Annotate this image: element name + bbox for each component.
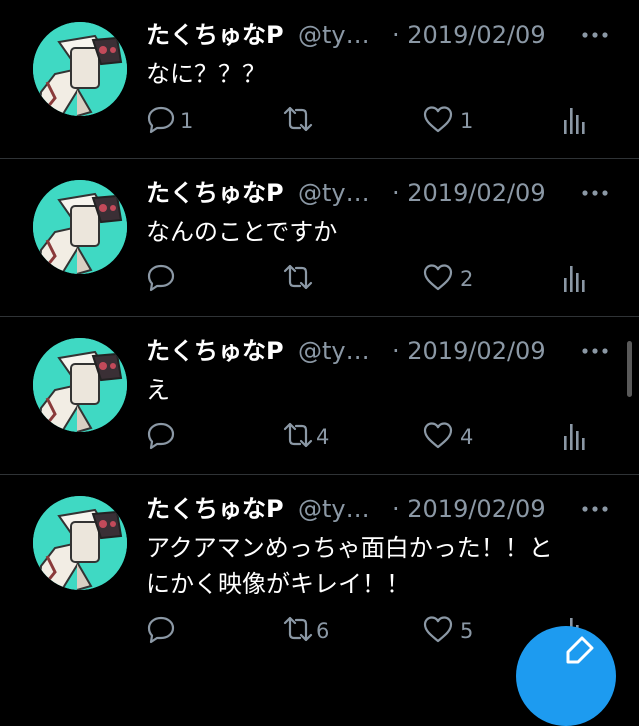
retweet-button[interactable]	[282, 104, 352, 138]
tweet-feed[interactable]: たくちゅなP @ty… · 2019/02/09 なに？？？ 1 1 たくちゅな…	[0, 0, 639, 664]
tweet-actions: 1 1	[146, 104, 616, 138]
avatar[interactable]	[33, 22, 127, 116]
avatar[interactable]	[33, 338, 127, 432]
compose-icon	[566, 636, 594, 664]
tweet-item[interactable]: たくちゅなP @ty… · 2019/02/09 なに？？？ 1 1	[0, 0, 639, 159]
tweet-actions: 4 4	[146, 420, 616, 454]
author-name[interactable]: たくちゅなP	[146, 18, 284, 52]
like-count: 1	[460, 109, 474, 133]
author-name[interactable]: たくちゅなP	[146, 176, 284, 210]
retweet-icon	[283, 616, 313, 642]
tweet-date[interactable]: · 2019/02/09	[392, 176, 546, 210]
more-icon[interactable]	[582, 32, 608, 38]
more-icon[interactable]	[582, 506, 608, 512]
tweet-item[interactable]: たくちゅなP @ty… · 2019/02/09 え 4 4	[0, 316, 639, 475]
like-button[interactable]: 1	[422, 104, 492, 138]
tweet-text: アクアマンめっちゃ面白かった！！と にかく映像がキレイ！！	[146, 534, 553, 598]
reply-button[interactable]	[146, 614, 206, 648]
like-count: 2	[460, 267, 474, 291]
more-icon[interactable]	[582, 190, 608, 196]
tweet-item[interactable]: たくちゅなP @ty… · 2019/02/09 なんのことですか 2	[0, 158, 639, 317]
author-name[interactable]: たくちゅなP	[146, 334, 284, 368]
reply-count: 1	[180, 109, 194, 133]
tweet-text: なに？？？	[146, 60, 266, 88]
tweet-actions: 2	[146, 262, 616, 296]
author-handle[interactable]: @ty…	[298, 18, 370, 52]
like-icon	[423, 422, 453, 449]
author-handle[interactable]: @ty…	[298, 334, 370, 368]
reply-icon	[147, 106, 175, 134]
reply-button[interactable]: 1	[146, 104, 206, 138]
tweet-date[interactable]: · 2019/02/09	[392, 18, 546, 52]
like-button[interactable]: 4	[422, 420, 492, 454]
views-button[interactable]	[562, 262, 592, 296]
like-count: 5	[460, 619, 474, 643]
like-button[interactable]: 5	[422, 614, 492, 648]
tweet-text: なんのことですか	[146, 218, 338, 246]
author-handle[interactable]: @ty…	[298, 176, 370, 210]
reply-button[interactable]	[146, 420, 206, 454]
retweet-button[interactable]	[282, 262, 352, 296]
reply-icon	[147, 616, 175, 644]
like-button[interactable]: 2	[422, 262, 492, 296]
tweet-header: たくちゅなP @ty… · 2019/02/09	[146, 334, 616, 368]
like-icon	[423, 264, 453, 291]
tweet-header: たくちゅなP @ty… · 2019/02/09	[146, 18, 616, 52]
views-icon	[564, 424, 585, 450]
views-button[interactable]	[562, 420, 592, 454]
retweet-count: 4	[316, 425, 330, 449]
views-icon	[564, 108, 585, 134]
author-name[interactable]: たくちゅなP	[146, 492, 284, 526]
scrollbar[interactable]	[627, 341, 632, 397]
tweet-date[interactable]: · 2019/02/09	[392, 334, 546, 368]
tweet-header: たくちゅなP @ty… · 2019/02/09	[146, 176, 616, 210]
like-icon	[423, 106, 453, 133]
avatar[interactable]	[33, 496, 127, 590]
tweet-date[interactable]: · 2019/02/09	[392, 492, 546, 526]
retweet-button[interactable]: 4	[282, 420, 352, 454]
avatar[interactable]	[33, 180, 127, 274]
retweet-button[interactable]: 6	[282, 614, 352, 648]
retweet-icon	[283, 422, 313, 448]
retweet-icon	[283, 106, 313, 132]
reply-icon	[147, 422, 175, 450]
reply-icon	[147, 264, 175, 292]
views-button[interactable]	[562, 104, 592, 138]
compose-button[interactable]	[516, 626, 616, 726]
tweet-text: え	[146, 376, 170, 404]
reply-button[interactable]	[146, 262, 206, 296]
like-count: 4	[460, 425, 474, 449]
tweet-header: たくちゅなP @ty… · 2019/02/09	[146, 492, 616, 526]
retweet-icon	[283, 264, 313, 290]
views-icon	[564, 266, 585, 292]
like-icon	[423, 616, 453, 643]
author-handle[interactable]: @ty…	[298, 492, 370, 526]
retweet-count: 6	[316, 619, 330, 643]
more-icon[interactable]	[582, 348, 608, 354]
